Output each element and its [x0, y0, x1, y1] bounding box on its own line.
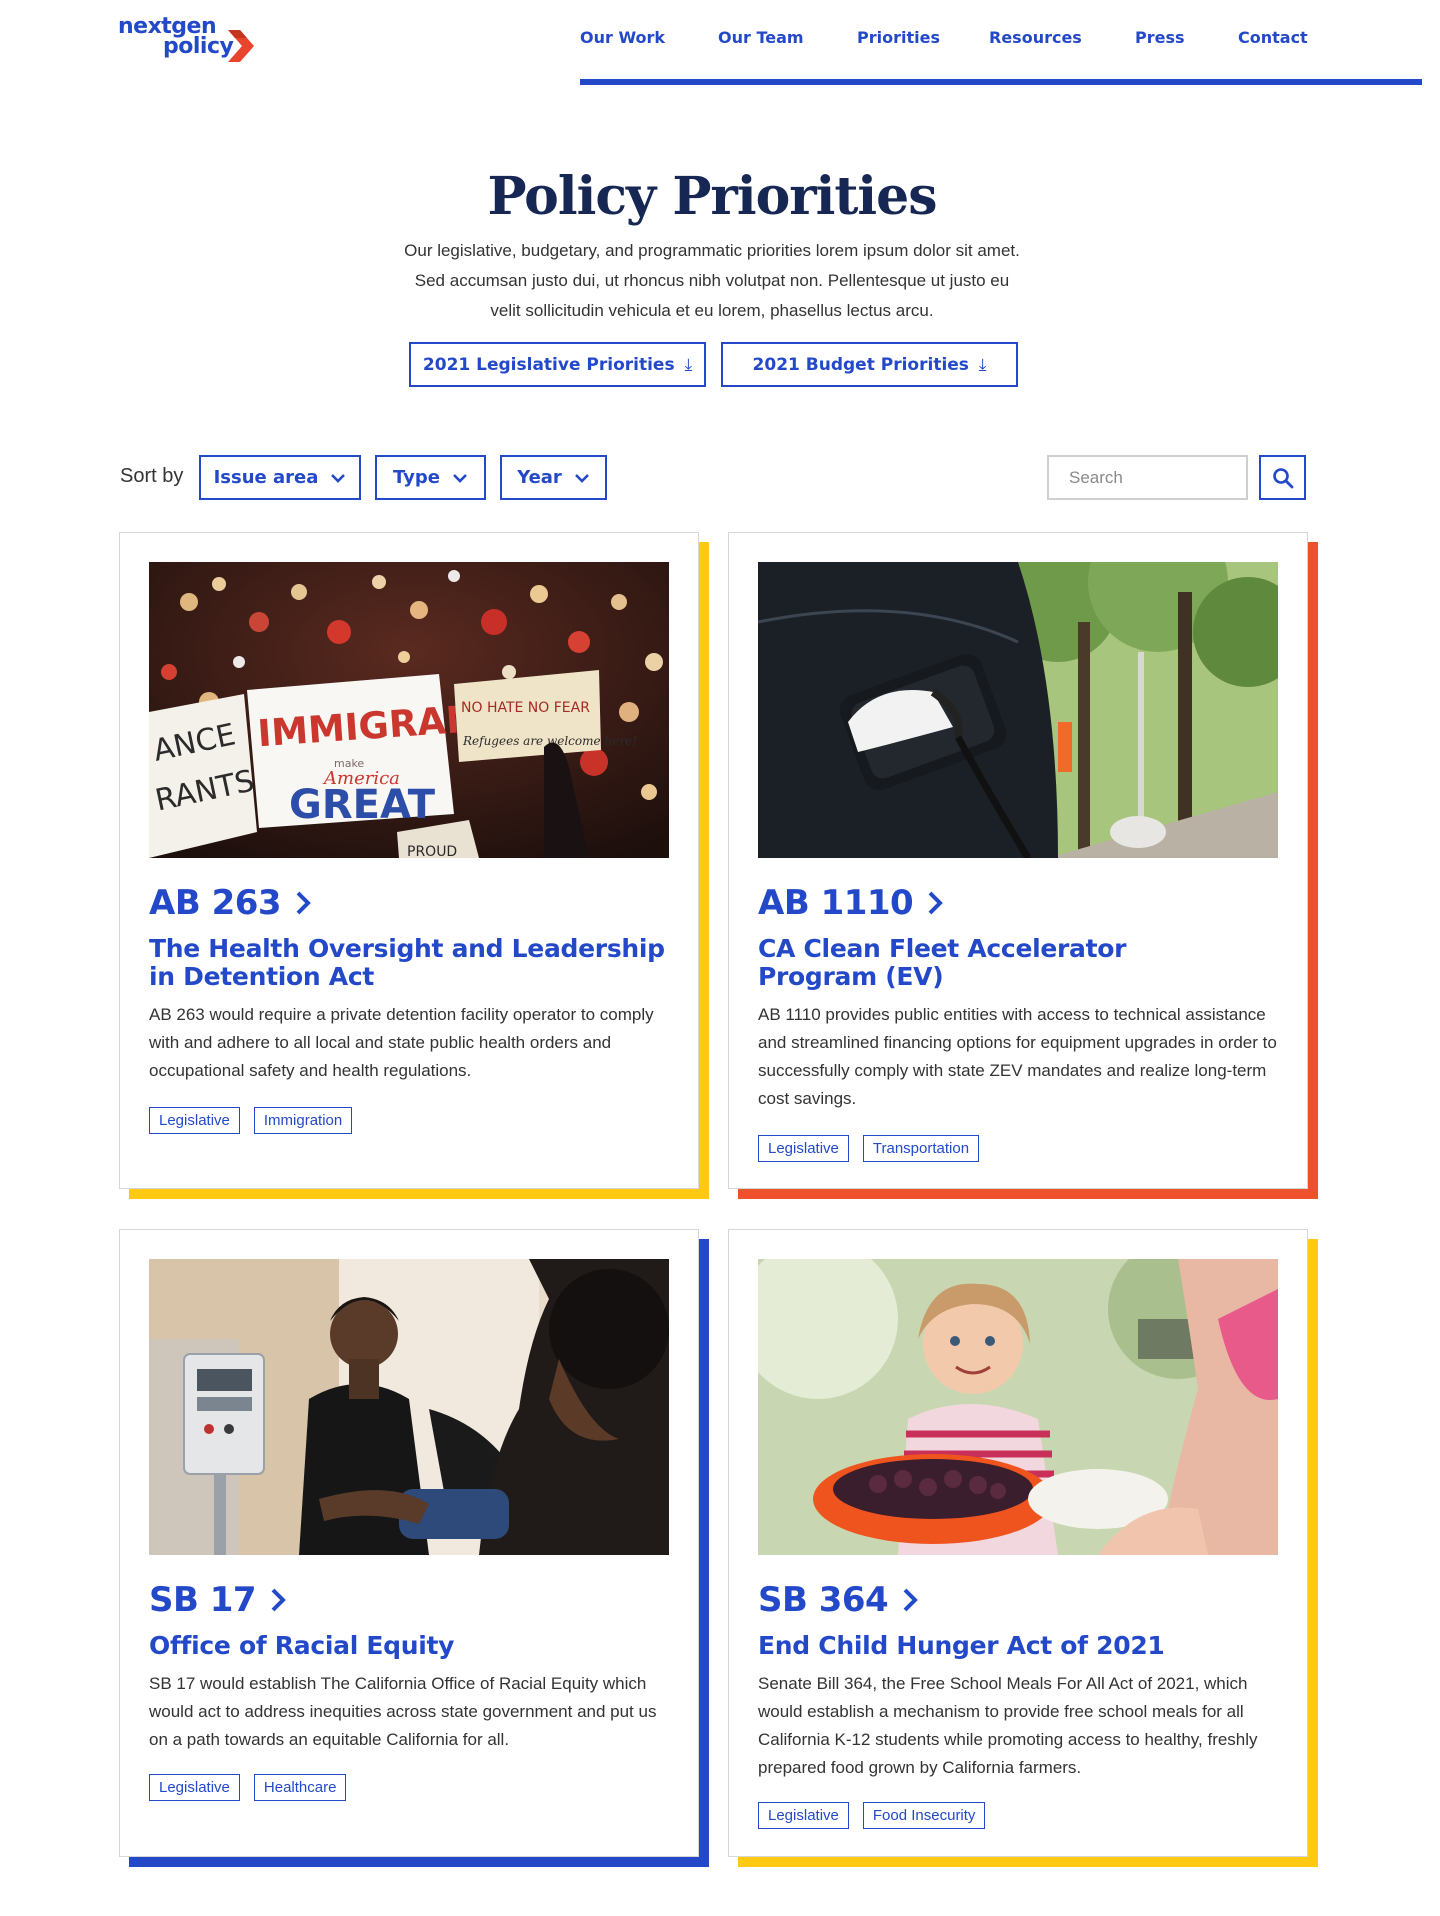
tag[interactable]: Immigration — [253, 1107, 353, 1134]
bill-number: AB 263 — [149, 883, 282, 923]
site-logo[interactable]: nextgen policy — [118, 14, 268, 70]
bill-number: AB 1110 — [758, 883, 914, 923]
page-title: Policy Priorities — [487, 166, 937, 227]
search-button[interactable] — [1259, 455, 1306, 500]
bill-number: SB 364 — [758, 1580, 889, 1620]
search-input[interactable] — [1047, 455, 1248, 500]
nav-contact[interactable]: Contact — [1238, 28, 1308, 47]
main-nav: Our Work Our Team Priorities Resources P… — [580, 28, 1340, 52]
policy-card: SB 17 Office of Racial Equity SB 17 woul… — [119, 1229, 699, 1857]
sort-label: Sort by — [120, 465, 184, 487]
image-sign-text: PROUD — [407, 844, 457, 858]
tag[interactable]: Food Insecurity — [862, 1802, 986, 1829]
card-title[interactable]: End Child Hunger Act of 2021 — [758, 1632, 1278, 1660]
tag-list: Legislative Food Insecurity — [758, 1802, 986, 1829]
hero-text-line: Sed accumsan justo dui, ut rhoncus nibh … — [414, 271, 1010, 290]
button-label: 2021 Budget Priorities — [752, 354, 969, 375]
search-icon — [1272, 467, 1293, 488]
tag[interactable]: Healthcare — [253, 1774, 347, 1801]
healthcare-worker-photo — [149, 1259, 669, 1555]
hero-text-line: Our legislative, budgetary, and programm… — [404, 241, 1020, 260]
child-eating-photo — [758, 1259, 1278, 1555]
card-description: SB 17 would establish The California Off… — [149, 1674, 657, 1749]
nav-underline — [580, 79, 1422, 85]
nav-our-work[interactable]: Our Work — [580, 28, 665, 47]
tag[interactable]: Transportation — [862, 1135, 980, 1162]
budget-priorities-download-button[interactable]: 2021 Budget Priorities ⤓ — [721, 342, 1018, 387]
issue-area-dropdown[interactable]: Issue area — [199, 455, 361, 500]
chevron-down-icon — [453, 473, 467, 483]
tag[interactable]: Legislative — [149, 1774, 240, 1801]
image-sign-text: NO HATE NO FEAR — [461, 700, 590, 716]
nav-resources[interactable]: Resources — [989, 28, 1082, 47]
bill-link[interactable]: AB 1110 — [758, 883, 944, 923]
nav-priorities[interactable]: Priorities — [857, 28, 940, 47]
bill-number: SB 17 — [149, 1580, 257, 1620]
card-description: AB 1110 provides public entities with ac… — [758, 1005, 1277, 1108]
type-dropdown[interactable]: Type — [375, 455, 486, 500]
chevron-down-icon — [574, 473, 589, 483]
tag[interactable]: Legislative — [149, 1107, 240, 1134]
policy-card: ANCE RANTS IMMIGRANTS make America GREAT… — [119, 532, 699, 1189]
button-label: 2021 Legislative Priorities — [422, 354, 675, 375]
ev-charger-photo — [758, 562, 1278, 858]
tag-list: Legislative Healthcare — [149, 1774, 347, 1801]
card-description: AB 263 would require a private detention… — [149, 1005, 654, 1080]
bill-link[interactable]: AB 263 — [149, 883, 311, 923]
policy-card: SB 364 End Child Hunger Act of 2021 Sena… — [728, 1229, 1308, 1857]
year-dropdown[interactable]: Year — [500, 455, 607, 500]
policy-card: AB 1110 CA Clean Fleet Accelerator Progr… — [728, 532, 1308, 1189]
card-title[interactable]: CA Clean Fleet Accelerator Program (EV) — [758, 935, 1138, 991]
hero-text-line: velit sollicitudin vehicula et eu lorem,… — [490, 301, 934, 320]
tag-list: Legislative Immigration — [149, 1107, 353, 1134]
chevron-down-icon — [331, 473, 346, 483]
bill-link[interactable]: SB 364 — [758, 1580, 919, 1620]
logo-arrow-icon — [228, 30, 254, 62]
legislative-priorities-download-button[interactable]: 2021 Legislative Priorities ⤓ — [409, 342, 706, 387]
download-icon: ⤓ — [684, 354, 693, 375]
card-title[interactable]: Office of Racial Equity — [149, 1632, 669, 1660]
download-icon: ⤓ — [978, 354, 987, 375]
nav-press[interactable]: Press — [1135, 28, 1185, 47]
chevron-right-icon — [903, 1588, 919, 1612]
hero-description: Our legislative, budgetary, and programm… — [360, 236, 1064, 326]
card-title[interactable]: The Health Oversight and Leadership in D… — [149, 935, 669, 991]
chevron-right-icon — [271, 1588, 286, 1612]
chevron-right-icon — [928, 891, 944, 915]
dropdown-label: Year — [517, 467, 562, 488]
logo-text-policy: policy — [163, 34, 234, 59]
chevron-right-icon — [296, 891, 311, 915]
protest-signs-photo: ANCE RANTS IMMIGRANTS make America GREAT… — [149, 562, 669, 858]
image-sign-text: GREAT — [289, 782, 436, 828]
dropdown-label: Issue area — [213, 467, 319, 488]
nav-our-team[interactable]: Our Team — [718, 28, 804, 47]
bill-link[interactable]: SB 17 — [149, 1580, 286, 1620]
card-description: Senate Bill 364, the Free School Meals F… — [758, 1674, 1258, 1777]
tag[interactable]: Legislative — [758, 1802, 849, 1829]
tag-list: Legislative Transportation — [758, 1135, 980, 1162]
tag[interactable]: Legislative — [758, 1135, 849, 1162]
dropdown-label: Type — [393, 467, 440, 488]
